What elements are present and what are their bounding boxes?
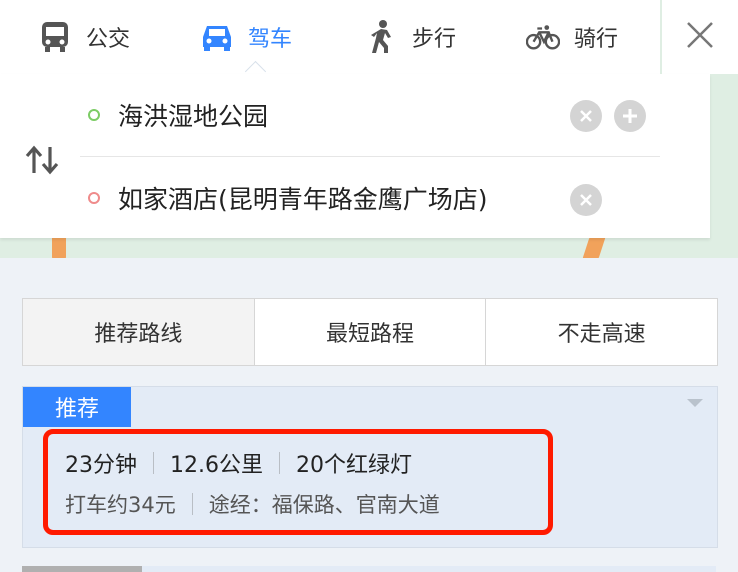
end-point-text: 如家酒店(昆明青年路金鹰广场店) xyxy=(118,185,488,214)
clear-start-button[interactable] xyxy=(570,100,602,132)
tab-bus-label: 公交 xyxy=(86,27,131,52)
taxi-fare: 打车约34元 xyxy=(65,493,176,517)
divider xyxy=(191,493,193,515)
route-search-panel: 公交 驾车 步行 骑行 海洪湿地公园 如家酒店(昆明青年路金鹰广场店) xyxy=(0,0,738,238)
close-icon xyxy=(686,21,714,53)
tab-drive-label: 驾车 xyxy=(248,27,293,52)
route-result-card[interactable]: 推荐 23分钟 12.6公里 20个红绿灯 打车约34元 途经：福保路、官南大道 xyxy=(22,386,718,548)
bicycle-icon xyxy=(526,20,560,54)
route-preference-tabs: 推荐路线 最短路程 不走高速 xyxy=(22,298,718,366)
car-icon xyxy=(200,20,234,54)
clear-icon xyxy=(580,110,592,122)
route-details: 打车约34元 途经：福保路、官南大道 xyxy=(65,489,440,519)
tab-shortest-route[interactable]: 最短路程 xyxy=(255,299,487,365)
tab-bike[interactable]: 骑行 xyxy=(526,0,618,74)
route-duration: 23分钟 xyxy=(65,453,137,478)
traffic-light-count: 20个红绿灯 xyxy=(296,453,412,478)
recommend-badge: 推荐 xyxy=(23,387,131,427)
start-dot-icon xyxy=(88,109,100,121)
walking-person-icon xyxy=(364,20,398,54)
next-route-badge xyxy=(22,566,142,572)
route-summary: 23分钟 12.6公里 20个红绿灯 xyxy=(65,447,412,479)
next-route-card[interactable] xyxy=(22,566,716,572)
tab-bike-label: 骑行 xyxy=(574,27,619,52)
bus-icon xyxy=(38,20,72,54)
tab-drive[interactable]: 驾车 xyxy=(200,0,292,74)
clear-icon xyxy=(580,194,592,206)
plus-icon xyxy=(623,109,637,123)
travel-mode-bar: 公交 驾车 步行 骑行 xyxy=(0,0,660,83)
tab-walk[interactable]: 步行 xyxy=(364,0,456,74)
divider xyxy=(153,452,154,474)
tab-walk-label: 步行 xyxy=(412,27,457,52)
start-point-text: 海洪湿地公园 xyxy=(118,102,269,131)
tab-no-highway[interactable]: 不走高速 xyxy=(486,299,717,365)
route-distance: 12.6公里 xyxy=(170,453,263,478)
tab-recommended-route[interactable]: 推荐路线 xyxy=(23,299,255,365)
highlight-box xyxy=(43,429,553,535)
route-via: 途经：福保路、官南大道 xyxy=(208,493,440,517)
end-dot-icon xyxy=(88,192,100,204)
divider xyxy=(279,452,280,474)
close-button[interactable] xyxy=(662,0,738,74)
add-waypoint-button[interactable] xyxy=(614,100,646,132)
tab-bus[interactable]: 公交 xyxy=(38,0,130,74)
clear-end-button[interactable] xyxy=(570,184,602,216)
swap-direction-icon[interactable] xyxy=(24,142,60,178)
route-input-box: 海洪湿地公园 如家酒店(昆明青年路金鹰广场店) xyxy=(0,74,710,238)
expand-caret-icon[interactable] xyxy=(687,399,703,407)
